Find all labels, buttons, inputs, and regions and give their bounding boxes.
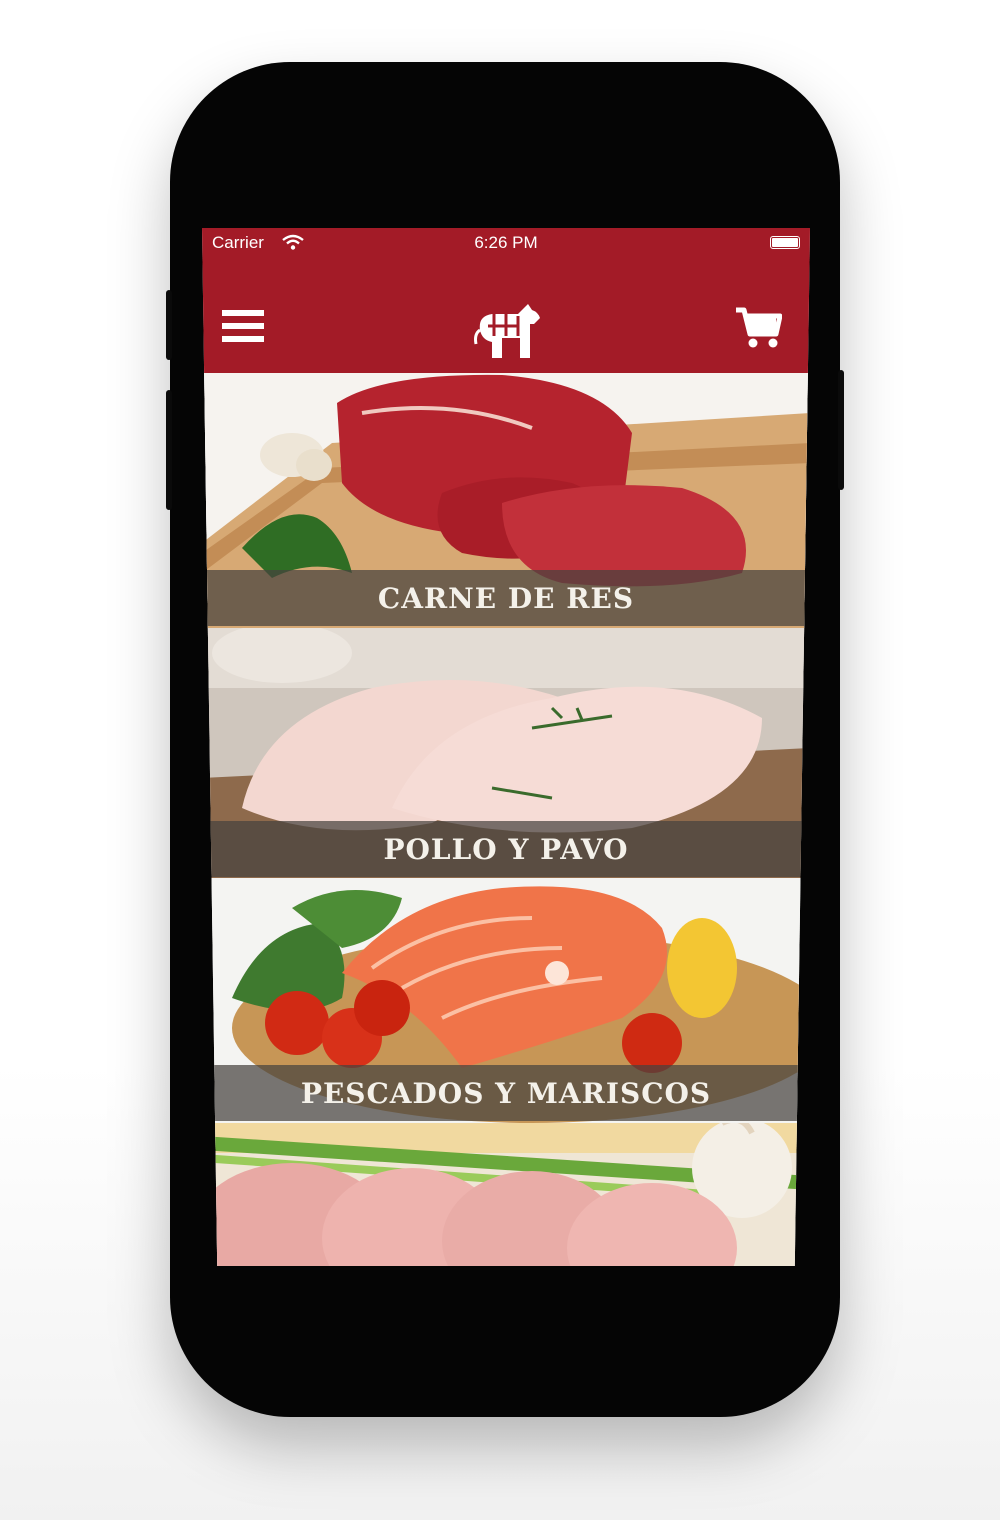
phone-side-button <box>166 290 172 360</box>
phone-volume-down-button <box>838 370 844 490</box>
category-banner: POLLO Y PAVO <box>202 821 810 877</box>
category-label: PESCADOS Y MARISCOS <box>300 1076 712 1110</box>
status-bar: Carrier 6:26 PM <box>202 228 810 260</box>
category-label: CARNE DE RES <box>377 581 635 615</box>
top-navbar <box>202 260 810 373</box>
phone-volume-up-button <box>166 390 172 510</box>
shopping-cart-icon[interactable] <box>734 306 782 350</box>
cow-logo-icon[interactable] <box>472 300 544 362</box>
category-banner: PESCADOS Y MARISCOS <box>202 1065 810 1121</box>
hamburger-menu-icon[interactable] <box>222 310 264 344</box>
category-banner: CARNE DE RES <box>202 570 810 626</box>
pork-image <box>202 1123 810 1266</box>
category-cerdo[interactable] <box>202 1123 810 1266</box>
category-pollo-y-pavo[interactable]: POLLO Y PAVO <box>202 628 810 878</box>
battery-icon <box>770 236 800 249</box>
category-label: POLLO Y PAVO <box>383 832 629 866</box>
category-carne-de-res[interactable]: CARNE DE RES <box>202 373 810 628</box>
category-pescados-y-mariscos[interactable]: PESCADOS Y MARISCOS <box>202 878 810 1123</box>
app-screen: Carrier 6:26 PM CARNE DE RES POLLO Y PAV… <box>202 228 810 1266</box>
status-time: 6:26 PM <box>474 233 538 252</box>
